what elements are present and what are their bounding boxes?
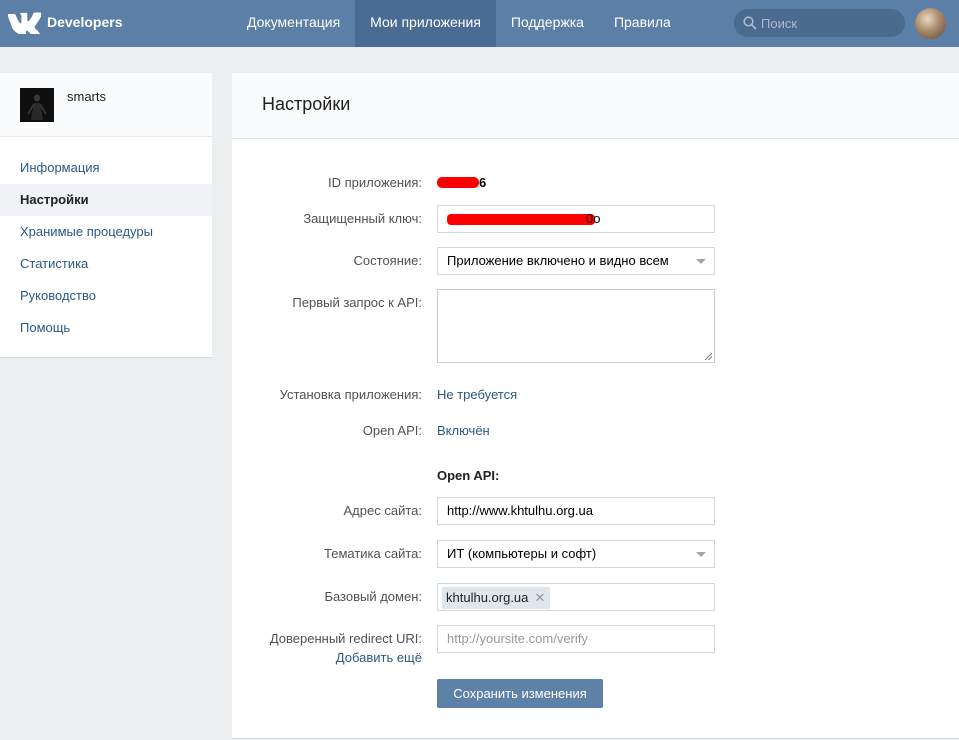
close-icon[interactable]: ✕ <box>535 587 546 609</box>
secret-key-field[interactable]: 0o <box>437 205 715 233</box>
chevron-down-icon <box>696 259 706 264</box>
domain-tag-label: khtulhu.org.ua <box>446 590 529 605</box>
state-select-value: Приложение включено и видно всем <box>447 253 669 268</box>
site-address-label: Адрес сайта: <box>343 503 422 518</box>
base-domain-label: Базовый домен: <box>324 589 422 604</box>
app-id-label: ID приложения: <box>328 175 422 190</box>
nav-docs[interactable]: Документация <box>232 0 355 47</box>
site-topic-select-value: ИТ (компьютеры и софт) <box>447 546 597 561</box>
search-icon <box>743 16 757 30</box>
panel-header: Настройки <box>232 73 959 139</box>
menu-item-info[interactable]: Информация <box>0 152 212 184</box>
domain-tag: khtulhu.org.ua ✕ <box>442 587 551 609</box>
first-api-label: Первый запрос к API: <box>292 295 422 310</box>
settings-panel: Настройки ID приложения: 6 Защищенный кл… <box>232 73 959 738</box>
main-nav: Документация Мои приложения Поддержка Пр… <box>232 0 686 47</box>
redaction-mark <box>447 214 595 225</box>
redirect-label: Доверенный redirect URI: <box>269 631 422 646</box>
install-value-link[interactable]: Не требуется <box>437 387 517 402</box>
menu-item-stored-procedures[interactable]: Хранимые процедуры <box>0 216 212 248</box>
logo-text: Developers <box>47 14 123 30</box>
menu-item-help[interactable]: Помощь <box>0 312 212 344</box>
app-id-value: 6 <box>437 175 486 190</box>
chevron-down-icon <box>696 552 706 557</box>
nav-support[interactable]: Поддержка <box>496 0 599 47</box>
site-topic-select[interactable]: ИТ (компьютеры и софт) <box>437 540 715 568</box>
open-api-section-title: Open API: <box>437 468 500 483</box>
redirect-uri-placeholder: http://yoursite.com/verify <box>447 631 588 646</box>
open-api-value-link[interactable]: Включён <box>437 423 490 438</box>
add-more-link[interactable]: Добавить ещё <box>232 650 422 665</box>
save-button[interactable]: Сохранить изменения <box>437 679 603 708</box>
app-menu: Информация Настройки Хранимые процедуры … <box>0 152 212 344</box>
menu-item-statistics[interactable]: Статистика <box>0 248 212 280</box>
app-thumbnail-figure-icon <box>27 94 47 120</box>
menu-item-guide[interactable]: Руководство <box>0 280 212 312</box>
nav-rules[interactable]: Правила <box>599 0 686 47</box>
state-label: Состояние: <box>353 253 422 268</box>
state-select[interactable]: Приложение включено и видно всем <box>437 247 715 275</box>
search-input[interactable] <box>761 9 901 37</box>
resize-handle-icon[interactable] <box>704 352 712 360</box>
app-name: smarts <box>67 89 106 104</box>
redirect-uri-input[interactable]: http://yoursite.com/verify <box>437 625 715 653</box>
open-api-label: Open API: <box>362 423 422 438</box>
app-thumbnail[interactable] <box>20 88 54 122</box>
search-box[interactable] <box>734 9 905 37</box>
app-header: smarts <box>0 73 212 137</box>
nav-my-apps[interactable]: Мои приложения <box>355 0 496 47</box>
site-address-input[interactable]: http://www.khtulhu.org.ua <box>437 497 715 525</box>
first-api-textarea[interactable] <box>437 289 715 363</box>
site-topic-label: Тематика сайта: <box>324 546 422 561</box>
top-navigation-bar: Developers Документация Мои приложения П… <box>0 0 959 47</box>
vk-developers-logo[interactable]: Developers <box>7 10 122 34</box>
redaction-mark <box>437 177 479 188</box>
page-title: Настройки <box>262 94 351 114</box>
secret-key-label: Защищенный ключ: <box>303 211 422 226</box>
base-domain-field[interactable]: khtulhu.org.ua ✕ <box>437 583 715 611</box>
menu-item-settings[interactable]: Настройки <box>0 184 212 216</box>
vk-logo-icon <box>8 12 41 34</box>
user-avatar[interactable] <box>915 8 946 39</box>
app-sidebar: smarts Информация Настройки Хранимые про… <box>0 73 212 357</box>
install-label: Установка приложения: <box>279 387 422 402</box>
